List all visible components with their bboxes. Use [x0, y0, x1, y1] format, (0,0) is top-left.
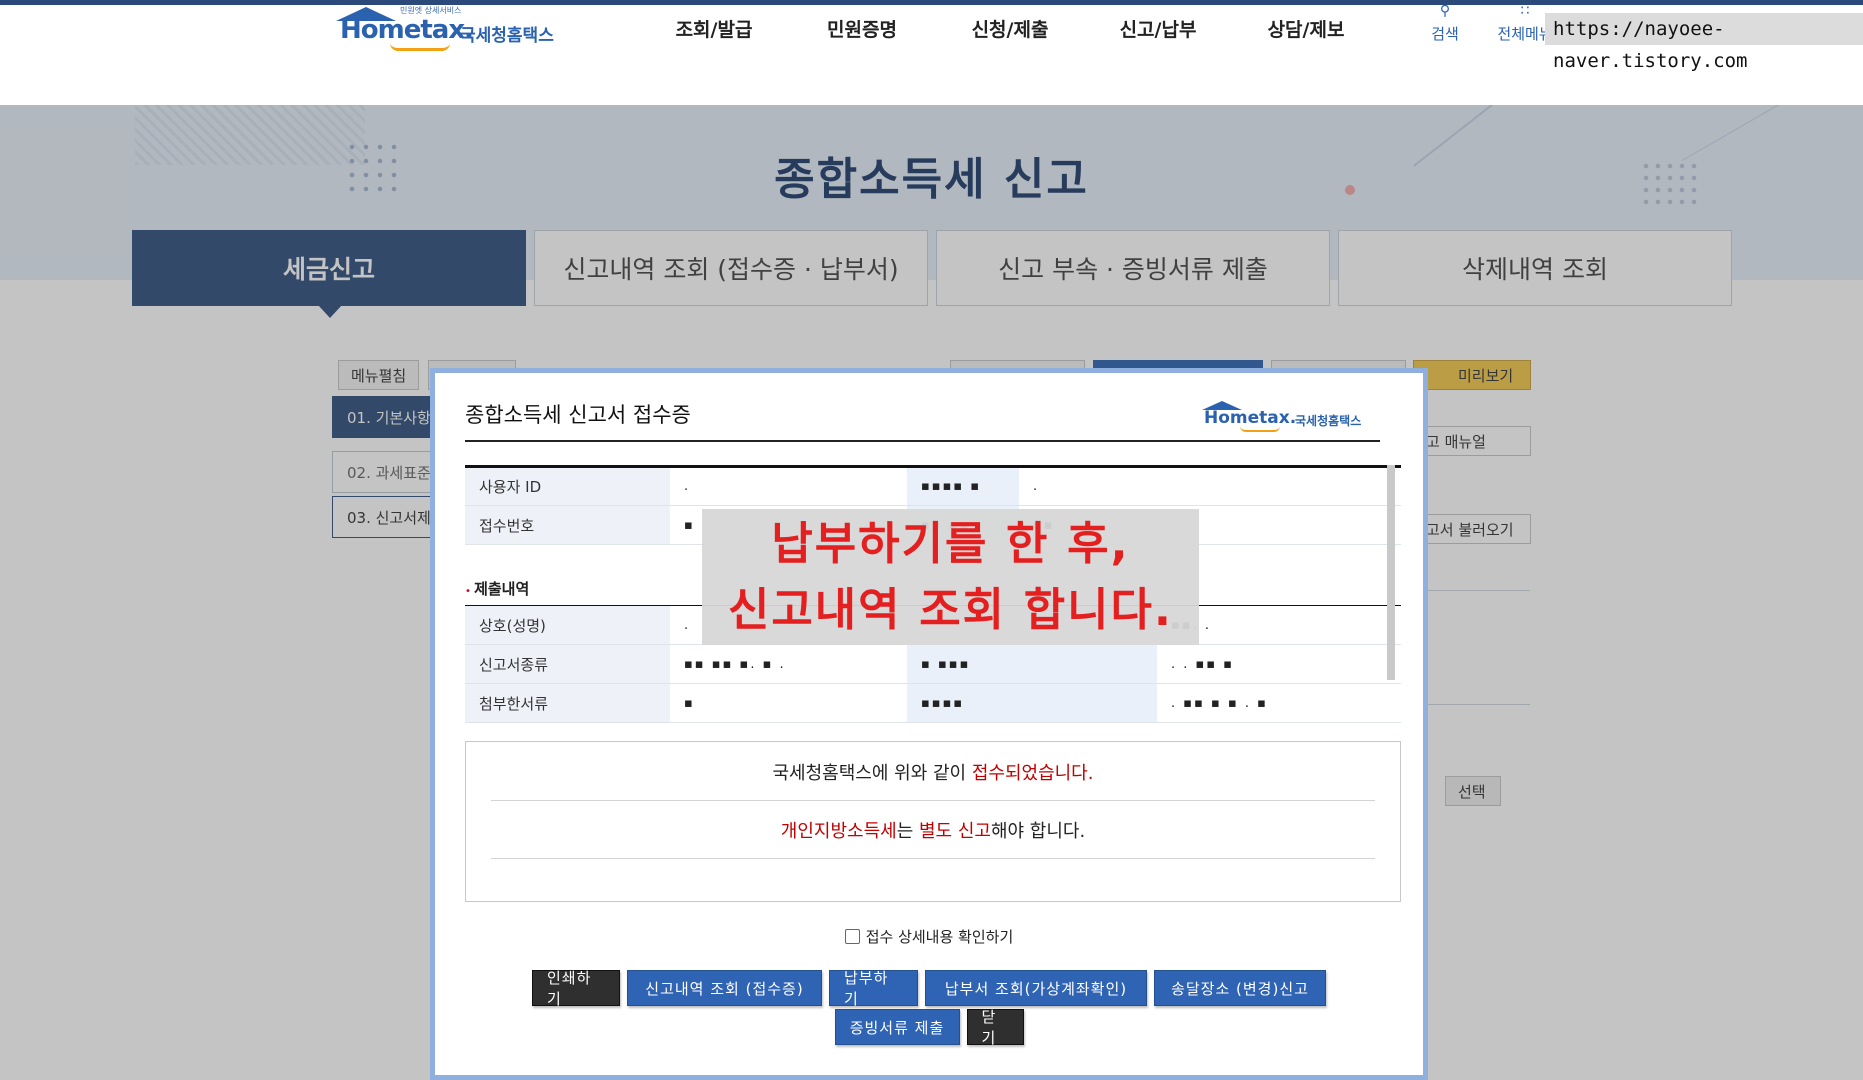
nav-inquiry-issue[interactable]: 조회/발급 [640, 15, 788, 42]
row-label: 접수번호 [465, 505, 670, 545]
notice-highlight: 개인지방소득세 [780, 821, 897, 842]
logo-wordmark: Hometax. [340, 15, 474, 45]
detail-checkbox-row: 접수 상세내용 확인하기 [435, 926, 1423, 947]
main-nav: 조회/발급 민원증명 신청/제출 신고/납부 상담/제보 [640, 15, 1380, 42]
row-value: . . ▪▪ ▪ [1157, 644, 1401, 684]
logo-korean: 국세청홈택스 [460, 26, 554, 46]
annotation-line-1: 납부하기를 한 후, [771, 517, 1130, 570]
site-header: 민원엣 상세서비스 Hometax. 국세청홈택스 조회/발급 민원증명 신청/… [0, 3, 1863, 105]
annotation-overlay: 납부하기를 한 후, 신고내역 조회 합니다. [702, 509, 1199, 645]
delivery-address-button[interactable]: 송달장소 (변경)신고 [1154, 970, 1326, 1006]
row-value: ▪ ▪▪▪ [907, 644, 1157, 684]
nav-application[interactable]: 신청/제출 [936, 15, 1084, 42]
notice-text: 는 [896, 821, 919, 842]
hometax-logo[interactable]: 민원엣 상세서비스 Hometax. 국세청홈택스 [330, 5, 560, 55]
row-value: . ▪▪ ▪ ▪ . ▪ [1157, 683, 1401, 723]
close-button[interactable]: 닫기 [966, 1008, 1024, 1047]
row-value: ▪▪ ▪▪ ▪. ▪ . [670, 644, 907, 684]
logo-swoosh [1240, 426, 1280, 432]
utility-menu: ⚲ 검색 ∷ 전체메뉴 [1415, 3, 1555, 44]
nav-filing-payment[interactable]: 신고/납부 [1084, 15, 1232, 42]
row-value: ▪ [670, 683, 907, 723]
table-row: 신고서종류 ▪▪ ▪▪ ▪. ▪ . ▪ ▪▪▪ . . ▪▪ ▪ [465, 644, 1401, 684]
row-value: . [670, 465, 907, 506]
title-divider [465, 440, 1380, 442]
notice-line-2: 개인지방소득세는 별도 신고해야 합니다. [491, 817, 1375, 859]
button-row-2: 증빙서류 제출 닫기 [435, 1008, 1423, 1047]
modal-title: 종합소득세 신고서 접수증 [465, 403, 691, 427]
logo-swoosh [390, 43, 450, 51]
search-button[interactable]: ⚲ 검색 [1415, 3, 1475, 44]
modal-logo-wordmark: Hometax. [1204, 408, 1297, 428]
notice-line-1: 국세청홈택스에 위와 같이 접수되었습니다. [491, 759, 1375, 801]
annotation-line-2: 신고내역 조회 합니다. [727, 583, 1174, 636]
receipt-modal: 종합소득세 신고서 접수증 Hometax. 국세청홈택스 사용자 ID . ▪… [430, 368, 1428, 1080]
modal-hometax-logo: Hometax. 국세청홈택스 [1200, 401, 1390, 437]
row-value: ▪▪▪▪ ▪ [907, 465, 1019, 506]
notice-box: 국세청홈택스에 위와 같이 접수되었습니다. 개인지방소득세는 별도 신고해야 … [465, 741, 1401, 902]
notice-text: 해야 합니다. [990, 821, 1086, 842]
blog-watermark: https://nayoee-naver.tistory.com [1545, 13, 1863, 72]
print-button[interactable]: 인쇄하기 [532, 969, 620, 1008]
row-label: 사용자 ID [465, 465, 670, 506]
row-value: . [1019, 465, 1401, 506]
notice-text: 국세청홈택스에 위와 같이 [772, 763, 972, 784]
table-row: 첨부한서류 ▪ ▪▪▪▪ . ▪▪ ▪ ▪ . ▪ [465, 683, 1401, 723]
payment-slip-button[interactable]: 납부서 조회(가상계좌확인) [925, 970, 1147, 1006]
row-value: ▪▪▪▪ [907, 683, 1157, 723]
section-heading: 제출내역 [465, 578, 529, 599]
search-icon: ⚲ [1439, 3, 1451, 19]
submit-evidence-button[interactable]: 증빙서류 제출 [834, 1009, 960, 1045]
nav-consultation[interactable]: 상담/제보 [1232, 15, 1380, 42]
detail-checkbox-label[interactable]: 접수 상세내용 확인하기 [866, 928, 1014, 946]
row-label: 상호(성명) [465, 605, 670, 645]
modal-logo-korean: 국세청홈택스 [1295, 414, 1362, 428]
notice-highlight: 접수되었습니다. [971, 763, 1094, 784]
nav-certificates[interactable]: 민원증명 [788, 15, 936, 42]
detail-checkbox[interactable] [844, 929, 860, 944]
pay-button[interactable]: 납부하기 [829, 969, 918, 1008]
row-label: 신고서종류 [465, 644, 670, 684]
row-label: 첨부한서류 [465, 683, 670, 723]
search-label: 검색 [1431, 25, 1459, 43]
view-receipt-button[interactable]: 신고내역 조회 (접수증) [627, 970, 822, 1006]
table-row: 사용자 ID . ▪▪▪▪ ▪ . [465, 465, 1401, 506]
table-scrollbar[interactable] [1387, 465, 1395, 680]
button-row-1: 인쇄하기 신고내역 조회 (접수증) 납부하기 납부서 조회(가상계좌확인) 송… [435, 969, 1423, 1008]
notice-highlight: 별도 신고 [919, 821, 991, 842]
